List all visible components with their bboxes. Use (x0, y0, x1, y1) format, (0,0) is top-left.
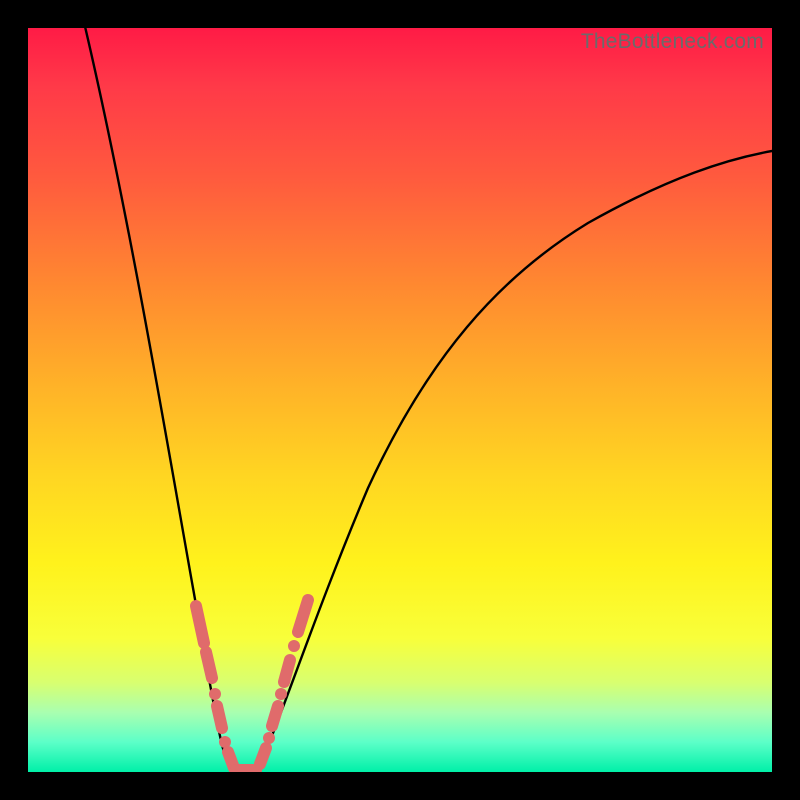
marker-cluster-right (260, 600, 308, 764)
watermark-text: TheBottleneck.com (581, 30, 764, 54)
marker-cluster-left (196, 606, 234, 768)
curve-right-branch (258, 150, 772, 768)
plot-area: TheBottleneck.com (28, 28, 772, 772)
bottleneck-curve-svg (28, 28, 772, 772)
chart-frame: TheBottleneck.com (28, 28, 772, 772)
